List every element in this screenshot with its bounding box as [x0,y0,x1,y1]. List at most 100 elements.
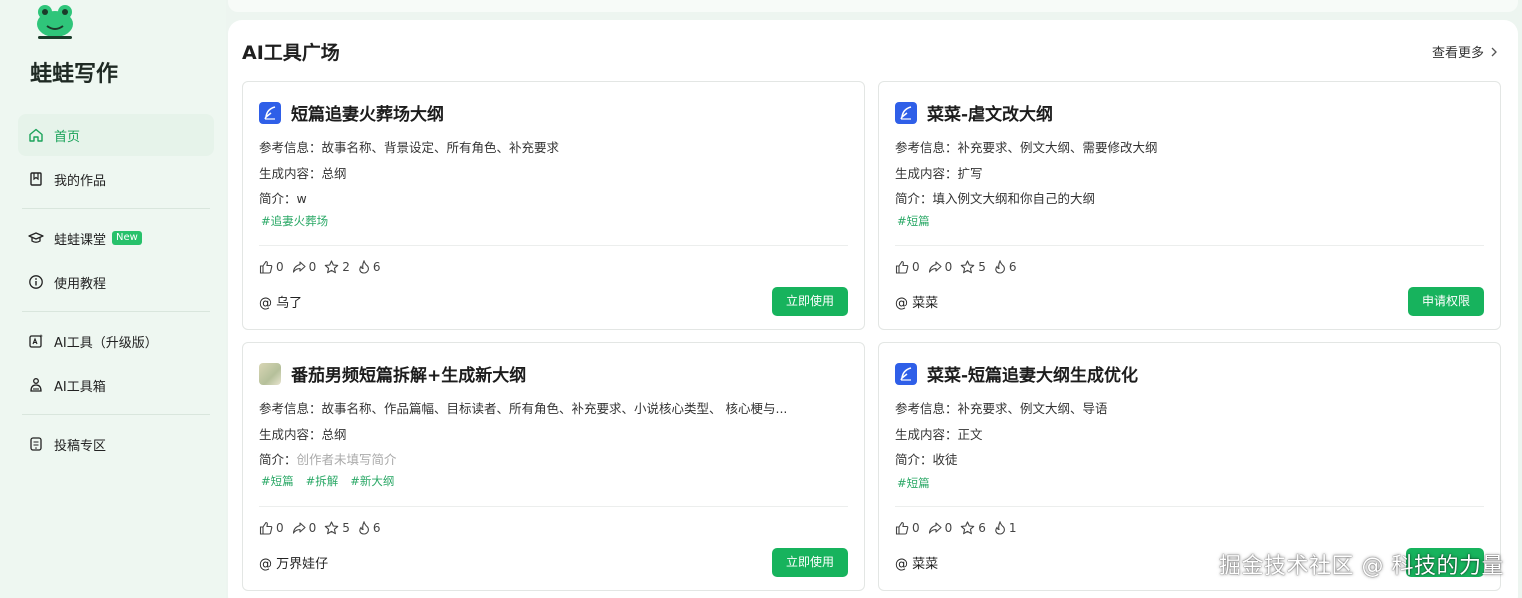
sidebar-item-label: 我的作品 [54,173,107,189]
card-generated-content: 生成内容：扩写 [895,166,983,181]
tool-card[interactable]: 菜菜-虐文改大纲 参考信息：补充要求、例文大纲、需要修改大纲 生成内容：扩写 简… [878,81,1501,330]
tag[interactable]: #新大纲 [350,473,394,489]
card-author[interactable]: @ 菜菜 [895,292,938,311]
star-stat[interactable]: 5 [960,260,986,274]
intro-label: 简介： [259,452,297,467]
top-bar [228,0,1518,12]
tag[interactable]: #拆解 [306,473,339,489]
share-icon [292,261,306,273]
star-stat[interactable]: 6 [960,521,986,535]
brand-name: 蛙蛙写作 [30,62,119,87]
share-icon [928,522,942,534]
sidebar-item-label: 使用教程 [54,276,107,292]
ai-tool-icon [28,333,44,349]
chevron-right-icon [1491,47,1497,56]
card-tags: #追妻火葬场 [261,213,340,229]
card-stats: 0 0 2 6 [259,260,389,274]
share-stat[interactable]: 0 [292,260,316,274]
star-stat[interactable]: 5 [324,521,350,535]
card-reference-info: 参考信息：故事名称、作品篇幅、目标读者、所有角色、补充要求、小说核心类型、 核心… [259,401,788,416]
flame-icon [359,521,369,535]
card-author[interactable]: @ 万界娃仔 [259,553,328,572]
card-intro: 简介：创作者未填写简介 [259,449,851,468]
divider [259,506,848,507]
quill-icon [895,362,917,385]
share-icon [292,522,306,534]
star-icon [325,260,339,274]
use-now-button[interactable]: 立即使用 [771,548,848,577]
sidebar-item-tutorial[interactable]: 使用教程 [18,261,214,303]
flame-icon [995,521,1005,535]
share-stat[interactable]: 0 [928,260,952,274]
see-more-label: 查看更多 [1431,46,1484,61]
card-tags: #短篇 [897,475,942,491]
thumbs-up-icon [259,260,273,274]
card-author[interactable]: @ 乌了 [259,292,302,311]
sidebar-item-submission[interactable]: 投稿专区 [18,423,214,465]
sidebar-item-my-works[interactable]: 我的作品 [18,158,214,200]
tool-card[interactable]: 短篇追妻火葬场大纲 参考信息：故事名称、背景设定、所有角色、补充要求 生成内容：… [242,81,865,330]
sidebar-item-classroom[interactable]: 蛙蛙课堂 New [18,217,214,259]
intro-label: 简介： [895,191,933,206]
thumbs-up-icon [895,260,909,274]
toolbox-icon [28,377,44,393]
card-title: 番茄男频短篇拆解+生成新大纲 [291,366,527,386]
card-intro: 简介：收徒 [895,449,1487,468]
like-stat[interactable]: 0 [895,260,920,274]
divider [895,245,1484,246]
tag[interactable]: #短篇 [897,475,930,491]
frog-logo-icon[interactable] [32,2,78,42]
card-generated-content: 生成内容：总纲 [259,427,347,442]
share-stat[interactable]: 0 [292,521,316,535]
sidebar-item-ai-toolbox[interactable]: AI工具箱 [18,364,214,406]
thumbs-up-icon [259,521,273,535]
book-icon [28,171,44,187]
card-intro: 简介：w [259,188,851,207]
card-reference-info: 参考信息：补充要求、例文大纲、导语 [895,401,1108,416]
share-icon [928,261,942,273]
see-more-link[interactable]: 查看更多 [1432,42,1498,61]
tag[interactable]: #短篇 [261,473,294,489]
intro-label: 简介： [895,452,933,467]
card-generated-content: 生成内容：正文 [895,427,983,442]
card-author[interactable]: @ 菜菜 [895,553,938,572]
card-title: 菜菜-虐文改大纲 [927,105,1054,125]
like-stat[interactable]: 0 [259,521,284,535]
new-badge: New [112,231,142,245]
use-now-button[interactable]: 立即使用 [771,287,848,316]
star-stat[interactable]: 2 [324,260,350,274]
card-reference-info: 参考信息：故事名称、背景设定、所有角色、补充要求 [259,140,560,155]
card-tags: #短篇 #拆解 #新大纲 [261,473,406,489]
cover-thumbnail [259,362,281,385]
sidebar-item-label: 投稿专区 [54,438,107,454]
intro-label: 简介： [259,191,297,206]
tag[interactable]: #追妻火葬场 [261,213,328,229]
star-icon [325,521,339,535]
submission-icon [28,436,44,452]
sidebar-item-label: AI工具（升级版） [54,335,158,351]
like-stat[interactable]: 0 [259,260,284,274]
divider [22,311,210,312]
sidebar: 蛙蛙写作 首页 我的作品 蛙蛙课堂 New 使用教程 AI工具（升级版） AI工… [0,0,226,598]
flame-icon [359,260,369,274]
star-icon [961,521,975,535]
tool-plaza-panel: AI工具广场 查看更多 短篇追妻火葬场大纲 参考信息：故事名称、背景设定、所有角… [228,20,1518,598]
graduation-cap-icon [28,230,44,246]
like-stat[interactable]: 0 [895,521,920,535]
quill-icon [259,101,281,124]
request-permission-button[interactable]: 申请权限 [1407,287,1484,316]
share-stat[interactable]: 0 [928,521,952,535]
use-count-stat: 6 [994,260,1017,274]
divider [259,245,848,246]
sidebar-item-home[interactable]: 首页 [18,114,214,156]
tag[interactable]: #短篇 [897,213,930,229]
star-icon [961,260,975,274]
quill-icon [895,101,917,124]
sidebar-item-ai-tools-upgraded[interactable]: AI工具（升级版） [18,320,214,362]
divider [895,506,1484,507]
sidebar-nav: 首页 我的作品 蛙蛙课堂 New 使用教程 AI工具（升级版） AI工具箱 投稿… [18,114,214,467]
divider [22,208,210,209]
intro-text: 填入例文大纲和你自己的大纲 [932,191,1096,206]
tool-card[interactable]: 番茄男频短篇拆解+生成新大纲 参考信息：故事名称、作品篇幅、目标读者、所有角色、… [242,342,865,591]
sidebar-item-label: 首页 [54,129,81,145]
